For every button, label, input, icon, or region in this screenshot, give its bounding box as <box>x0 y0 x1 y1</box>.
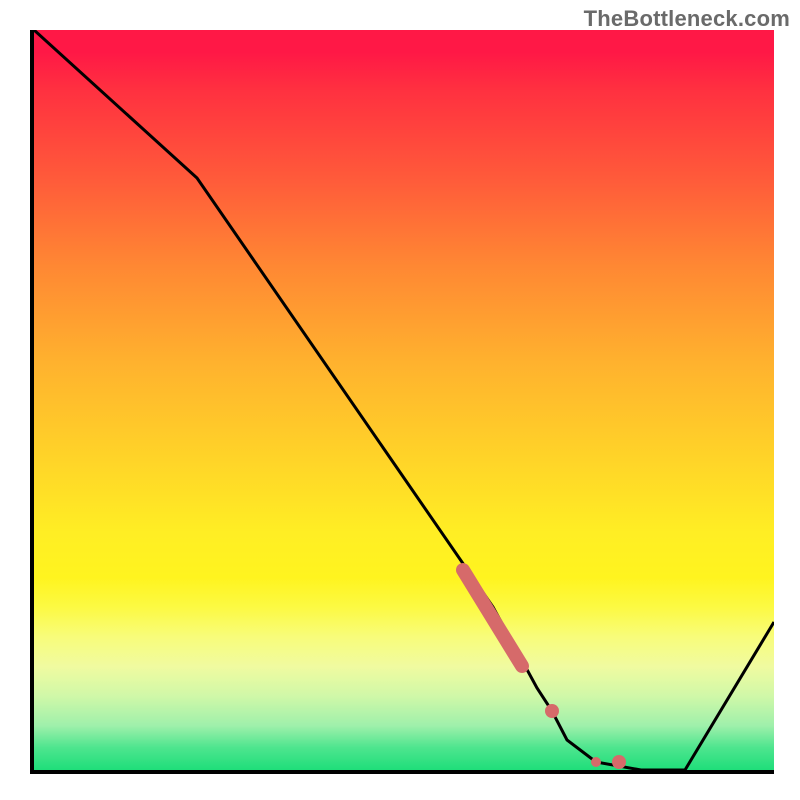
line-chart <box>34 30 774 770</box>
marker-dot-b <box>591 757 601 767</box>
chart-canvas: TheBottleneck.com <box>0 0 800 800</box>
series-curve <box>34 30 774 770</box>
marker-dot-a <box>545 704 559 718</box>
grip-segment <box>463 570 522 666</box>
watermark-text: TheBottleneck.com <box>584 6 790 32</box>
plot-area <box>30 30 774 774</box>
marker-dot-c <box>612 755 626 769</box>
